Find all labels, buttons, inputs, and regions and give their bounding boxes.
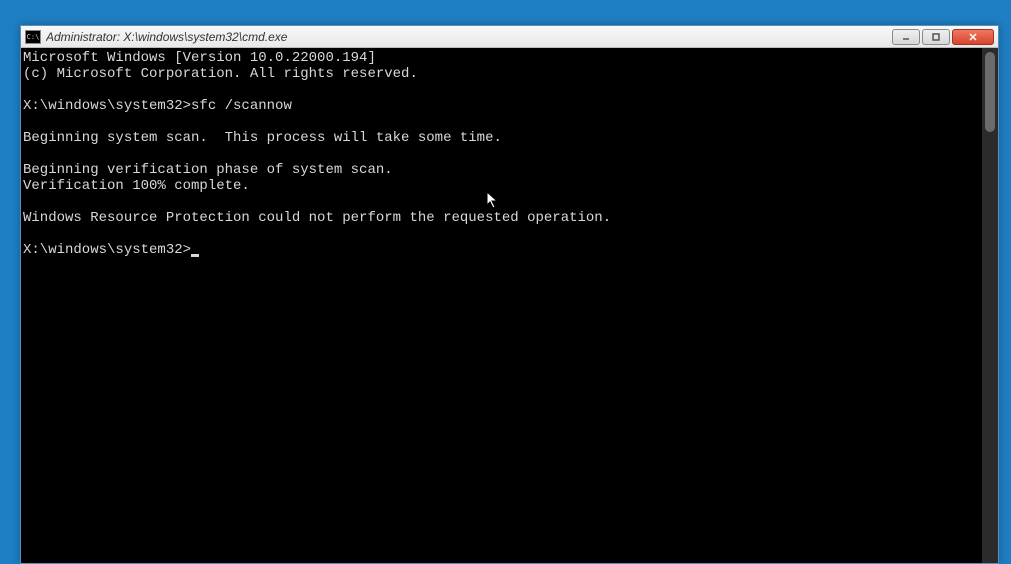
cmd-icon: C:\: [25, 30, 41, 44]
text-cursor: [191, 254, 199, 257]
terminal-output: Microsoft Windows [Version 10.0.22000.19…: [21, 48, 998, 260]
scrollbar-thumb[interactable]: [985, 52, 995, 132]
close-button[interactable]: [952, 29, 994, 45]
minimize-button[interactable]: [892, 29, 920, 45]
command-prompt-window: C:\ Administrator: X:\windows\system32\c…: [20, 25, 999, 564]
window-controls: [892, 29, 994, 45]
window-title: Administrator: X:\windows\system32\cmd.e…: [46, 30, 892, 44]
maximize-button[interactable]: [922, 29, 950, 45]
titlebar[interactable]: C:\ Administrator: X:\windows\system32\c…: [21, 26, 998, 48]
terminal-body[interactable]: Microsoft Windows [Version 10.0.22000.19…: [21, 48, 998, 563]
scrollbar[interactable]: [982, 48, 998, 563]
